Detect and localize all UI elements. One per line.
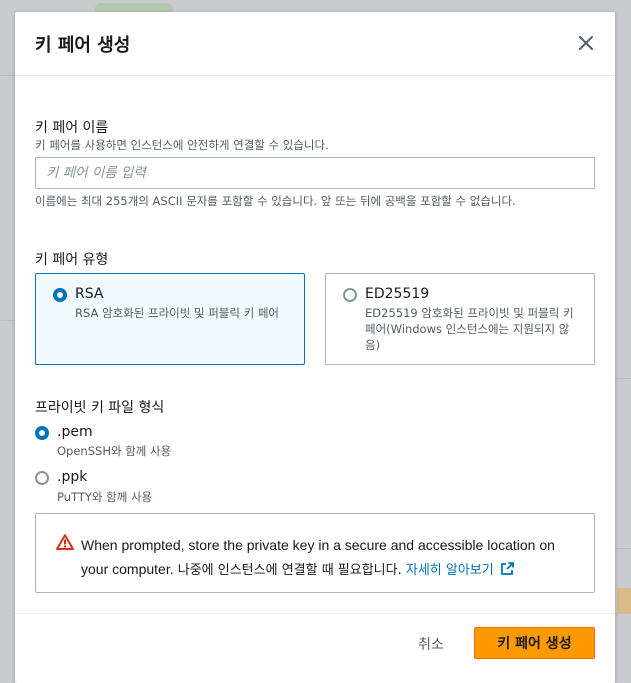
create-key-pair-modal: 키 페어 생성 키 페어 이름 키 페어를 사용하면 인스턴스에 안전하게 연결… [15,12,615,683]
key-type-ed25519-tile[interactable]: ED25519 ED25519 암호화된 프라이빗 및 퍼블릭 키 페어(Win… [325,273,595,365]
background-divider [615,378,631,379]
background-divider [0,75,15,76]
warning-icon [56,534,74,550]
ppk-radio[interactable] [35,471,49,485]
key-pair-name-constraint: 이름에는 최대 255개의 ASCII 문자를 포함할 수 있습니다. 앞 또는… [35,194,516,208]
pem-radio[interactable] [35,426,49,440]
key-format-label: 프라이빗 키 파일 형식 [35,400,165,416]
key-type-rsa-tile[interactable]: RSA RSA 암호화된 프라이빗 및 퍼블릭 키 페어 [35,273,305,365]
ed25519-option-description: ED25519 암호화된 프라이빗 및 퍼블릭 키 페어(Windows 인스턴… [365,306,574,352]
learn-more-label: 자세히 알아보기 [405,563,494,578]
create-key-pair-button[interactable]: 키 페어 생성 [474,627,595,659]
modal-header: 키 페어 생성 [15,12,615,76]
ppk-option-description: PuTTY와 함께 사용 [57,490,153,504]
key-pair-name-description: 키 페어를 사용하면 인스턴스에 안전하게 연결할 수 있습니다. [35,138,329,152]
ppk-option-title[interactable]: .ppk [57,469,87,485]
background-divider [0,320,15,321]
modal-footer: 취소 키 페어 생성 [15,613,615,683]
rsa-option-title: RSA [75,286,104,302]
rsa-option-description: RSA 암호화된 프라이빗 및 퍼블릭 키 페어 [75,306,280,320]
warning-alert: When prompted, store the private key in … [35,513,595,593]
key-pair-name-label: 키 페어 이름 [35,120,109,136]
background-divider [615,548,631,549]
background-button-fragment [617,588,631,614]
close-icon [579,36,593,50]
pem-option-description: OpenSSH와 함께 사용 [57,444,172,458]
modal-title: 키 페어 생성 [35,34,131,56]
ed25519-radio[interactable] [343,288,357,302]
learn-more-link[interactable]: 자세히 알아보기 [405,562,514,578]
key-pair-type-label: 키 페어 유형 [35,252,109,268]
ed25519-option-title: ED25519 [365,286,430,302]
close-button[interactable] [577,34,595,52]
cancel-button[interactable]: 취소 [402,628,460,660]
warning-message-ko: 나중에 인스턴스에 연결할 때 필요합니다. [177,563,402,578]
rsa-radio[interactable] [53,288,67,302]
warning-message: When prompted, store the private key in … [81,534,571,582]
pem-option-title[interactable]: .pem [57,424,93,440]
external-link-icon [500,562,514,575]
key-pair-name-input[interactable] [35,157,595,189]
